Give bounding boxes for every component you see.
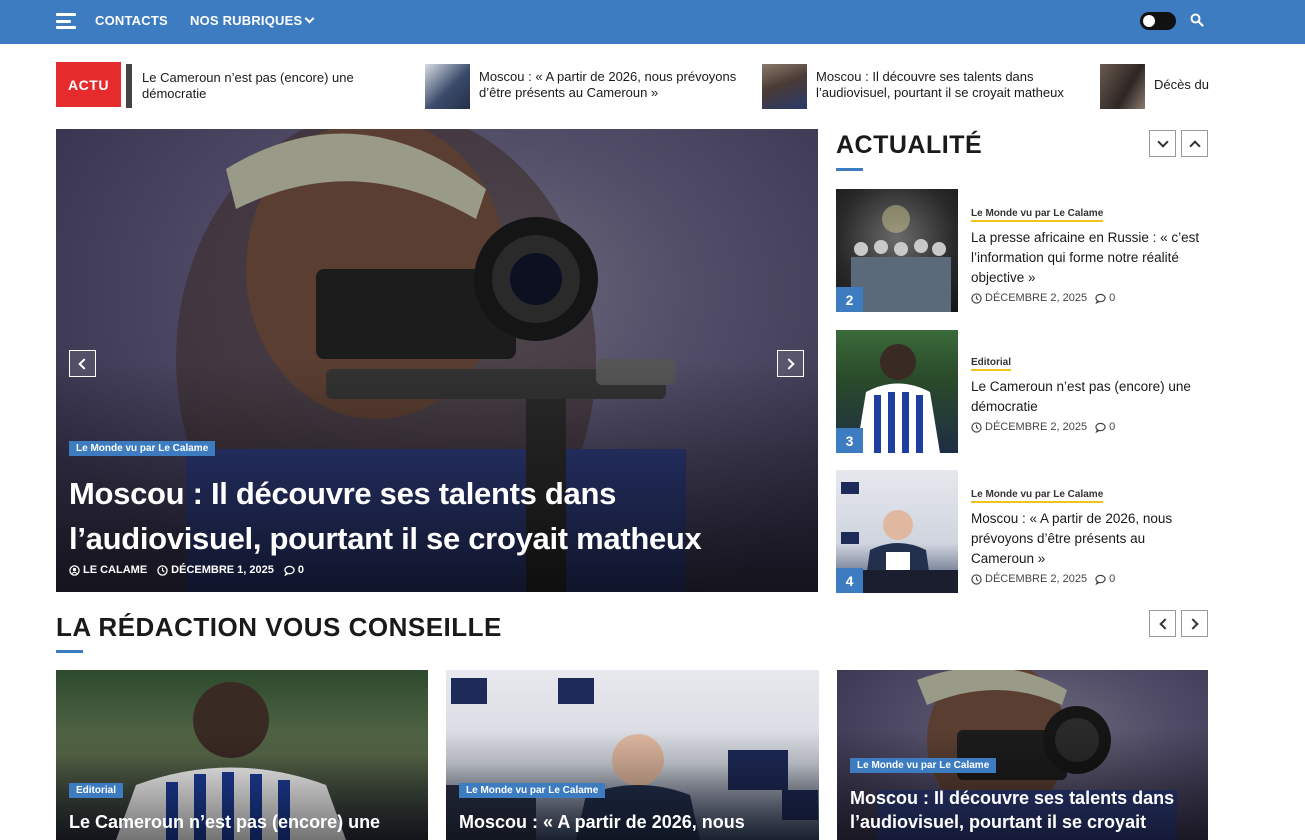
- chevron-right-icon: [1186, 617, 1199, 630]
- nav-rubriques[interactable]: NOS RUBRIQUES: [190, 13, 315, 28]
- hero-meta: LE CALAME DÉCEMBRE 1, 2025 0: [69, 564, 304, 576]
- article-comments[interactable]: 0: [1095, 292, 1115, 304]
- ticker-item[interactable]: Moscou : « A partir de 2026, nous prévoy…: [425, 64, 741, 109]
- comment-icon: [1095, 574, 1106, 585]
- hero-date: DÉCEMBRE 1, 2025: [157, 564, 274, 576]
- sidebar-down-button[interactable]: [1149, 130, 1176, 157]
- section-prev-button[interactable]: [1149, 610, 1176, 637]
- hero-comments[interactable]: 0: [284, 564, 304, 576]
- article-comments[interactable]: 0: [1095, 421, 1115, 433]
- card-category-tag[interactable]: Editorial: [69, 783, 124, 798]
- hero-comment-count: 0: [297, 564, 305, 576]
- ticker-thumbnail: [425, 64, 470, 109]
- clock-icon: [971, 573, 982, 585]
- chevron-left-icon: [1158, 617, 1171, 630]
- recommended-card[interactable]: Le Monde vu par Le Calame Moscou : « A p…: [446, 670, 819, 840]
- chevron-down-icon: [304, 13, 315, 24]
- article-meta: DÉCEMBRE 2, 2025 0: [971, 421, 1208, 433]
- actu-badge: ACTU: [56, 62, 121, 107]
- comment-icon: [1095, 293, 1106, 304]
- clock-icon: [157, 564, 168, 576]
- section-title-underline: [56, 650, 83, 653]
- article-category[interactable]: Editorial: [971, 357, 1012, 371]
- menu-icon[interactable]: [56, 13, 76, 29]
- article-body: Le Monde vu par Le Calame Moscou : « A p…: [971, 484, 1208, 585]
- hero-author-name: LE CALAME: [83, 564, 148, 576]
- card-title[interactable]: Moscou : « A partir de 2026, nous: [459, 810, 804, 834]
- recommended-card[interactable]: Editorial Le Cameroun n’est pas (encore)…: [56, 670, 428, 840]
- clock-icon: [971, 421, 982, 433]
- chevron-down-icon: [1156, 135, 1169, 148]
- ticker-item-title: Le Cameroun n’est pas (encore) une démoc…: [142, 70, 354, 101]
- article-comment-count: 0: [1109, 573, 1116, 585]
- card-category-tag[interactable]: Le Monde vu par Le Calame: [459, 783, 606, 798]
- article-date-text: DÉCEMBRE 2, 2025: [985, 292, 1088, 304]
- hero-slide[interactable]: Le Monde vu par Le Calame Moscou : Il dé…: [56, 129, 818, 592]
- rank-badge: 2: [836, 287, 863, 312]
- article-category[interactable]: Le Monde vu par Le Calame: [971, 208, 1104, 222]
- sidebar-article[interactable]: 3 Editorial Le Cameroun n’est pas (encor…: [836, 330, 1208, 453]
- sun-icon: [1143, 15, 1155, 27]
- ticker-item-title: Moscou : Il découvre ses talents dans l’…: [816, 69, 1064, 100]
- article-date: DÉCEMBRE 2, 2025: [971, 421, 1087, 433]
- ticker-divider: [126, 64, 132, 108]
- sidebar-up-button[interactable]: [1181, 130, 1208, 157]
- sidebar-article[interactable]: 2 Le Monde vu par Le Calame La presse af…: [836, 189, 1208, 312]
- ticker-item[interactable]: Décès du: [1100, 64, 1214, 109]
- sidebar-title: ACTUALITÉ: [836, 131, 983, 159]
- ticker-item[interactable]: Moscou : Il découvre ses talents dans l’…: [762, 64, 1078, 109]
- sidebar-article[interactable]: 4 Le Monde vu par Le Calame Moscou : « A…: [836, 470, 1208, 593]
- ticker-thumbnail: [1100, 64, 1145, 109]
- article-thumbnail: 3: [836, 330, 958, 453]
- article-thumbnail: 2: [836, 189, 958, 312]
- chevron-up-icon: [1188, 139, 1201, 152]
- search-icon[interactable]: [1190, 13, 1204, 27]
- hero-title[interactable]: Moscou : Il découvre ses talents dans l’…: [69, 471, 809, 561]
- user-icon: [69, 564, 80, 576]
- card-title[interactable]: Moscou : Il découvre ses talents dans l’…: [850, 786, 1195, 834]
- chevron-left-icon: [78, 357, 90, 370]
- ticker-item-title: Décès du: [1154, 77, 1209, 92]
- article-category[interactable]: Le Monde vu par Le Calame: [971, 489, 1104, 503]
- article-comment-count: 0: [1109, 421, 1116, 433]
- article-title[interactable]: Le Cameroun n’est pas (encore) une démoc…: [971, 377, 1208, 417]
- article-body: Editorial Le Cameroun n’est pas (encore)…: [971, 352, 1208, 433]
- rank-badge: 3: [836, 428, 863, 453]
- article-thumbnail: 4: [836, 470, 958, 593]
- ticker-item-title: Moscou : « A partir de 2026, nous prévoy…: [479, 69, 737, 100]
- article-date: DÉCEMBRE 2, 2025: [971, 292, 1087, 304]
- article-comment-count: 0: [1109, 292, 1116, 304]
- article-title[interactable]: La presse africaine en Russie : « c’est …: [971, 228, 1208, 288]
- nav-rubriques-label: NOS RUBRIQUES: [190, 13, 303, 28]
- article-title[interactable]: Moscou : « A partir de 2026, nous prévoy…: [971, 509, 1208, 569]
- dark-mode-toggle[interactable]: [1140, 12, 1176, 30]
- hero-next-button[interactable]: [777, 350, 804, 377]
- comment-icon: [1095, 422, 1106, 433]
- hero-author[interactable]: LE CALAME: [69, 564, 147, 576]
- comment-icon: [284, 565, 295, 576]
- hero-category-tag[interactable]: Le Monde vu par Le Calame: [69, 441, 216, 456]
- article-date-text: DÉCEMBRE 2, 2025: [985, 421, 1088, 433]
- article-date-text: DÉCEMBRE 2, 2025: [985, 573, 1088, 585]
- section-next-button[interactable]: [1181, 610, 1208, 637]
- card-category-tag[interactable]: Le Monde vu par Le Calame: [850, 758, 997, 773]
- ticker-thumbnail: [762, 64, 807, 109]
- article-meta: DÉCEMBRE 2, 2025 0: [971, 292, 1208, 304]
- hero-prev-button[interactable]: [69, 350, 96, 377]
- article-comments[interactable]: 0: [1095, 573, 1115, 585]
- top-navigation-bar: CONTACTS NOS RUBRIQUES: [0, 0, 1305, 44]
- clock-icon: [971, 292, 982, 304]
- nav-contacts[interactable]: CONTACTS: [95, 13, 168, 28]
- rank-badge: 4: [836, 568, 863, 593]
- section-title: LA RÉDACTION VOUS CONSEILLE: [56, 612, 502, 642]
- ticker-item[interactable]: Le Cameroun n’est pas (encore) une démoc…: [142, 66, 372, 102]
- recommended-card[interactable]: Le Monde vu par Le Calame Moscou : Il dé…: [837, 670, 1208, 840]
- article-meta: DÉCEMBRE 2, 2025 0: [971, 573, 1208, 585]
- article-date: DÉCEMBRE 2, 2025: [971, 573, 1087, 585]
- hero-date-text: DÉCEMBRE 1, 2025: [171, 564, 274, 576]
- sidebar-title-underline: [836, 168, 863, 171]
- chevron-right-icon: [783, 357, 795, 370]
- card-title[interactable]: Le Cameroun n’est pas (encore) une: [69, 810, 414, 834]
- article-body: Le Monde vu par Le Calame La presse afri…: [971, 203, 1208, 304]
